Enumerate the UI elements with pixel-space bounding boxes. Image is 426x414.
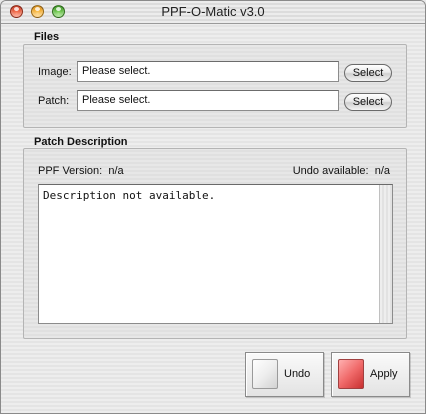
files-heading: Files — [34, 31, 60, 43]
apply-button[interactable]: Apply — [331, 352, 410, 397]
image-select-button[interactable]: Select — [344, 64, 392, 82]
undo-available-value: n/a — [374, 165, 390, 177]
undo-available: Undo available: n/a — [293, 165, 390, 177]
description-scrollbar[interactable] — [379, 185, 392, 323]
document-icon — [252, 359, 278, 389]
image-label: Image: — [38, 66, 72, 78]
app-window: PPF-O-Matic v3.0 Files Image: Please sel… — [0, 0, 426, 414]
image-path-field[interactable]: Please select. — [77, 61, 339, 82]
window-title: PPF-O-Matic v3.0 — [161, 4, 265, 19]
ppf-version: PPF Version: n/a — [38, 165, 124, 177]
undo-button[interactable]: Undo — [245, 352, 324, 397]
description-text-area[interactable]: Description not available. — [38, 184, 393, 324]
title-bar[interactable]: PPF-O-Matic v3.0 — [1, 1, 425, 24]
red-document-icon — [338, 359, 364, 389]
apply-button-label: Apply — [370, 368, 398, 380]
ppf-version-value: n/a — [108, 165, 124, 177]
ppf-version-label: PPF Version: — [38, 165, 103, 177]
undo-button-label: Undo — [284, 368, 311, 380]
patch-description-group: PPF Version: n/a Undo available: n/a Des… — [23, 148, 407, 339]
undo-available-label: Undo available: — [292, 165, 369, 177]
patch-path-field[interactable]: Please select. — [77, 90, 339, 111]
description-text: Description not available. — [43, 189, 216, 202]
files-group: Image: Please select. Select Patch: Plea… — [23, 44, 407, 128]
patch-label: Patch: — [38, 95, 70, 107]
patch-description-heading: Patch Description — [34, 136, 128, 148]
patch-select-button[interactable]: Select — [344, 93, 392, 111]
